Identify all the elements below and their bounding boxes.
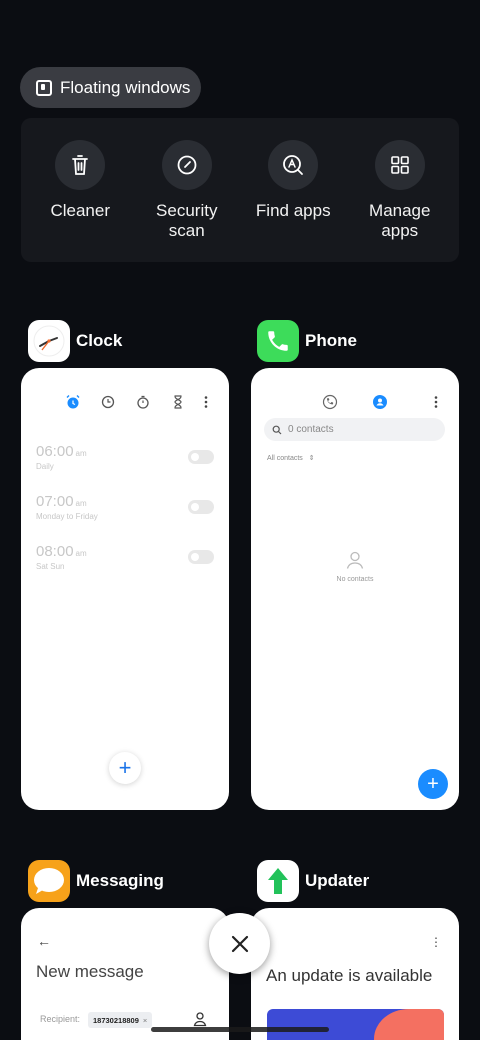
- contacts-search-placeholder: 0 contacts: [288, 424, 334, 435]
- manage-apps-button[interactable]: Manage apps: [350, 140, 450, 262]
- security-scan-label: Security scan: [156, 201, 218, 240]
- clock-app-card[interactable]: 06:00 am Daily 07:00 am Monday to Friday 0…: [21, 368, 229, 810]
- contact-picker-icon[interactable]: [193, 1011, 207, 1027]
- alarm-ampm: am: [75, 449, 87, 458]
- new-message-title: New message: [36, 962, 144, 981]
- manage-apps-label: Manage apps: [369, 201, 431, 240]
- floating-window-icon: [36, 79, 52, 96]
- alarm-row[interactable]: 07:00 am Monday to Friday: [36, 493, 98, 521]
- recents-tab-icon[interactable]: [322, 394, 338, 415]
- clock-app-icon: [28, 320, 70, 362]
- alarm-time: 08:00: [36, 543, 74, 560]
- recipient-label: Recipient:: [40, 1014, 81, 1024]
- recipient-chip[interactable]: 18730218809 ×: [88, 1012, 153, 1028]
- updater-app-header[interactable]: Updater: [257, 860, 369, 902]
- clear-all-button[interactable]: [209, 913, 270, 974]
- alarm-toggle[interactable]: [188, 550, 214, 564]
- messaging-app-name: Messaging: [76, 871, 164, 890]
- messaging-app-header[interactable]: Messaging: [28, 860, 164, 902]
- update-available-title: An update is available: [266, 966, 433, 985]
- clock-toolbar: [21, 394, 229, 410]
- contacts-search-input[interactable]: 0 contacts: [264, 418, 445, 441]
- quick-actions-panel: Cleaner Security scan Find apps Manage a…: [21, 118, 459, 262]
- alarm-repeat: Daily: [36, 462, 54, 471]
- alarm-toggle[interactable]: [188, 500, 214, 514]
- cleaner-button[interactable]: Cleaner: [30, 140, 130, 262]
- update-banner-image: [267, 1009, 444, 1040]
- clock-app-name: Clock: [76, 331, 123, 350]
- alarm-row[interactable]: 06:00 am Daily: [36, 443, 87, 471]
- contacts-tab-icon[interactable]: [372, 394, 388, 415]
- sort-arrows-icon: ⇕: [308, 455, 315, 462]
- alarm-time: 06:00: [36, 443, 74, 460]
- alarm-ampm: am: [75, 499, 87, 508]
- clock-more-icon[interactable]: [200, 394, 212, 415]
- floating-windows-button[interactable]: Floating windows: [20, 67, 201, 108]
- contacts-filter-label: All contacts: [267, 455, 303, 462]
- world-clock-tab-icon[interactable]: [100, 394, 116, 415]
- add-alarm-button[interactable]: +: [109, 752, 141, 784]
- close-icon: [231, 935, 248, 952]
- floating-windows-label: Floating windows: [60, 77, 191, 97]
- find-apps-button[interactable]: Find apps: [243, 140, 343, 262]
- alarm-row[interactable]: 08:00 am Sat Sun: [36, 543, 87, 571]
- trash-icon: [55, 140, 106, 190]
- contacts-filter-dropdown[interactable]: All contacts ⇕: [267, 454, 315, 462]
- updater-app-icon: [257, 860, 299, 902]
- cleaner-label: Cleaner: [50, 201, 111, 220]
- search-icon: [272, 425, 282, 434]
- alarm-tab-icon[interactable]: [65, 394, 81, 415]
- remove-recipient-icon[interactable]: ×: [143, 1016, 147, 1025]
- messaging-app-card[interactable]: ← New message Recipient: 18730218809 ×: [21, 908, 229, 1040]
- recipient-number: 18730218809: [93, 1015, 139, 1025]
- phone-app-card[interactable]: 0 contacts All contacts ⇕ No contacts +: [251, 368, 459, 810]
- no-contacts-text: No contacts: [336, 576, 374, 583]
- updater-more-icon[interactable]: ⋮: [430, 935, 442, 949]
- phone-app-header[interactable]: Phone: [257, 320, 357, 362]
- phone-app-icon: [257, 320, 299, 362]
- security-scan-icon: [161, 140, 212, 190]
- alarm-repeat: Monday to Friday: [36, 512, 98, 521]
- timer-tab-icon[interactable]: [170, 394, 186, 415]
- person-icon: [346, 551, 364, 569]
- alarm-ampm: am: [75, 549, 87, 558]
- add-contact-button[interactable]: +: [418, 769, 448, 799]
- home-indicator[interactable]: [151, 1027, 329, 1032]
- alarm-time: 07:00: [36, 493, 74, 510]
- clock-app-header[interactable]: Clock: [28, 320, 122, 362]
- updater-app-name: Updater: [305, 871, 370, 890]
- grid-icon: [374, 140, 425, 190]
- phone-more-icon[interactable]: [430, 394, 442, 415]
- phone-app-name: Phone: [305, 331, 357, 350]
- updater-app-card[interactable]: ⋮ An update is available: [251, 908, 459, 1040]
- find-apps-icon: [268, 140, 319, 190]
- back-arrow-icon[interactable]: ←: [37, 933, 51, 949]
- find-apps-label: Find apps: [255, 201, 331, 220]
- stopwatch-tab-icon[interactable]: [135, 394, 151, 415]
- messaging-app-icon: [28, 860, 70, 902]
- security-scan-button[interactable]: Security scan: [137, 140, 237, 262]
- alarm-repeat: Sat Sun: [36, 562, 65, 571]
- alarm-toggle[interactable]: [188, 450, 214, 464]
